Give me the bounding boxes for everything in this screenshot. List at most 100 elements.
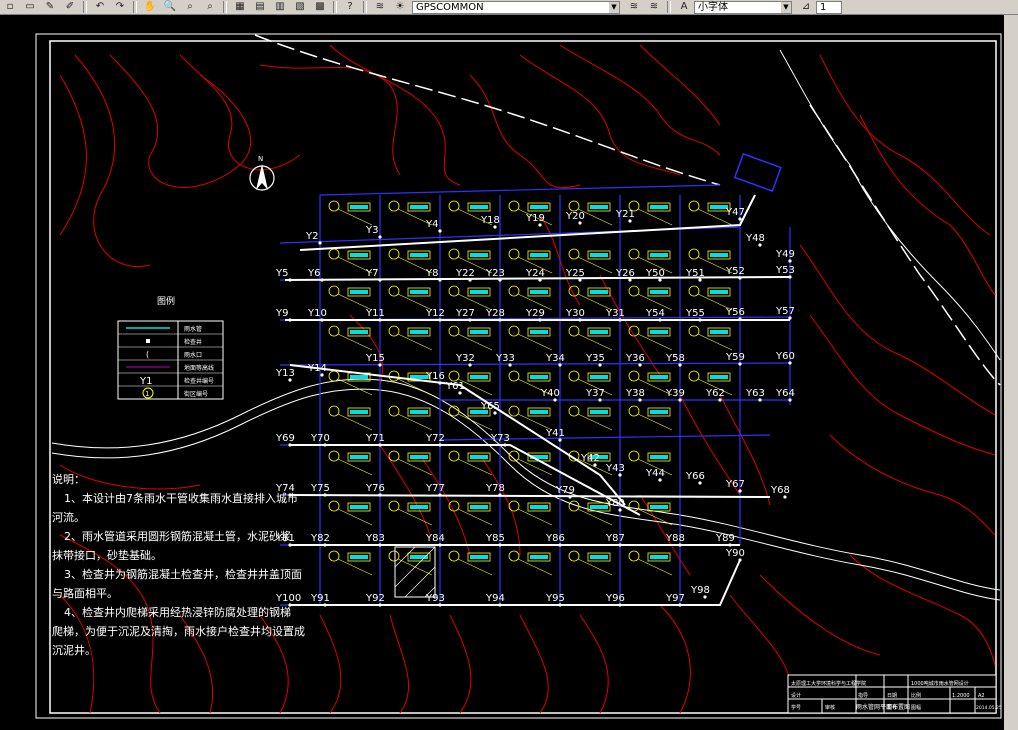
well-label: Y44	[645, 468, 665, 479]
block-area-fill	[350, 330, 368, 334]
well-label: Y97	[665, 593, 685, 604]
chevron-down-icon: ▼	[781, 1, 791, 13]
well-label: Y28	[485, 308, 505, 319]
block-area-fill	[710, 290, 728, 294]
help-icon[interactable]: ?	[342, 1, 358, 13]
text-style-select[interactable]: 小字体 ▼	[694, 0, 792, 14]
calculator-icon[interactable]: ▩	[312, 1, 328, 13]
block-area-fill	[410, 455, 428, 459]
layer-previous-icon[interactable]: ≋	[646, 1, 662, 13]
new-file-icon[interactable]: ▫	[2, 1, 18, 13]
zoom-window-icon[interactable]: ⌕	[182, 1, 198, 13]
block-area-fill	[470, 455, 488, 459]
legend-title: 图例	[157, 295, 175, 307]
well-label: Y40	[540, 388, 560, 399]
text-style-icon[interactable]: A	[676, 1, 692, 13]
well-label: Y5	[275, 268, 288, 279]
block-area-fill	[530, 505, 548, 509]
title-block-cell: 日期	[887, 693, 897, 699]
tool-palette-icon[interactable]: ▥	[272, 1, 288, 13]
block-area-fill	[650, 375, 668, 379]
pan-icon[interactable]: ✋	[142, 1, 158, 13]
toolbar-separator	[133, 1, 137, 13]
block-area-fill	[650, 505, 668, 509]
well-label: Y54	[645, 308, 665, 319]
block-area-fill	[410, 205, 428, 209]
well-label: Y47	[725, 207, 745, 218]
well-label: Y91	[310, 593, 330, 604]
legend-text: 检查井编号	[184, 377, 214, 385]
block-area-fill	[410, 410, 428, 414]
block-area-fill	[650, 410, 668, 414]
open-file-icon[interactable]: ▭	[22, 1, 38, 13]
redo-icon[interactable]: ↷	[112, 1, 128, 13]
well-label: Y85	[485, 533, 505, 544]
well-label: Y8	[425, 268, 438, 279]
block-area-fill	[350, 505, 368, 509]
well-label: Y53	[775, 265, 795, 276]
block-area-fill	[410, 505, 428, 509]
block-area-fill	[530, 290, 548, 294]
design-center-icon[interactable]: ▤	[252, 1, 268, 13]
layer-state-icon[interactable]: ☀	[392, 1, 408, 13]
toolbar-separator	[667, 1, 671, 13]
well-marker	[378, 235, 382, 239]
block-area-fill	[350, 455, 368, 459]
well-label: Y69	[275, 433, 295, 444]
title-scale: 1:2000	[952, 693, 970, 699]
well-label: Y32	[455, 353, 475, 364]
well-label: Y83	[365, 533, 385, 544]
well-label: Y68	[770, 485, 790, 496]
block-area-fill	[470, 330, 488, 334]
title-block-cell: 审核	[825, 704, 835, 711]
well-label: Y35	[585, 353, 605, 364]
well-label: Y10	[307, 308, 327, 319]
notes-line: 1、本设计由7条雨水干管收集雨水直接排入城市	[64, 492, 298, 505]
block-area-fill	[590, 555, 608, 559]
block-area-fill	[590, 330, 608, 334]
legend-block-number: 1	[145, 390, 149, 398]
dim-style-select[interactable]: 1	[816, 0, 842, 14]
block-area-fill	[710, 330, 728, 334]
well-label: Y52	[725, 266, 745, 277]
notes-line: 2、雨水管道采用圆形钢筋混凝土管，水泥砂浆	[64, 530, 291, 543]
block-area-fill	[710, 375, 728, 379]
block-area-fill	[590, 253, 608, 257]
pencil-icon[interactable]: ✎	[42, 1, 58, 13]
notes-line: 河流。	[52, 511, 85, 524]
compass-label: N	[258, 155, 263, 163]
zoom-realtime-icon[interactable]: 🔍	[162, 1, 178, 13]
well-label: Y51	[685, 268, 705, 279]
zoom-previous-icon[interactable]: ⌕	[202, 1, 218, 13]
well-label: Y16	[425, 371, 445, 382]
block-area-fill	[650, 330, 668, 334]
dim-style-icon[interactable]: ⊿	[798, 1, 814, 13]
vertical-scrollbar[interactable]	[1004, 15, 1018, 730]
title-drawing-name: 雨水管网平面布置图	[856, 703, 910, 711]
well-label: Y92	[365, 593, 385, 604]
well-label: Y72	[425, 433, 445, 444]
well-label: Y87	[605, 533, 625, 544]
undo-icon[interactable]: ↶	[92, 1, 108, 13]
well-label: Y26	[615, 268, 635, 279]
markup-icon[interactable]: ▧	[292, 1, 308, 13]
well-label: Y64	[775, 388, 795, 399]
make-current-icon[interactable]: ≋	[626, 1, 642, 13]
well-label: Y67	[725, 479, 745, 490]
match-prop-icon[interactable]: ✐	[62, 1, 78, 13]
dim-style-value: 1	[820, 1, 827, 13]
block-area-fill	[470, 253, 488, 257]
properties-icon[interactable]: ▦	[232, 1, 248, 13]
layer-manager-icon[interactable]: ≋	[372, 1, 388, 13]
layer-select[interactable]: GPSCOMMON ▼	[412, 0, 620, 14]
well-marker	[378, 278, 382, 282]
well-label: Y9	[275, 308, 288, 319]
notes-line: 抹带接口，砂垫基础。	[52, 549, 162, 562]
well-label: Y50	[645, 268, 665, 279]
well-label: Y43	[605, 463, 625, 474]
well-label: Y2	[305, 231, 318, 242]
well-label: Y27	[455, 308, 475, 319]
chevron-down-icon: ▼	[609, 1, 619, 13]
block-area-fill	[350, 410, 368, 414]
well-label: Y14	[307, 363, 327, 374]
